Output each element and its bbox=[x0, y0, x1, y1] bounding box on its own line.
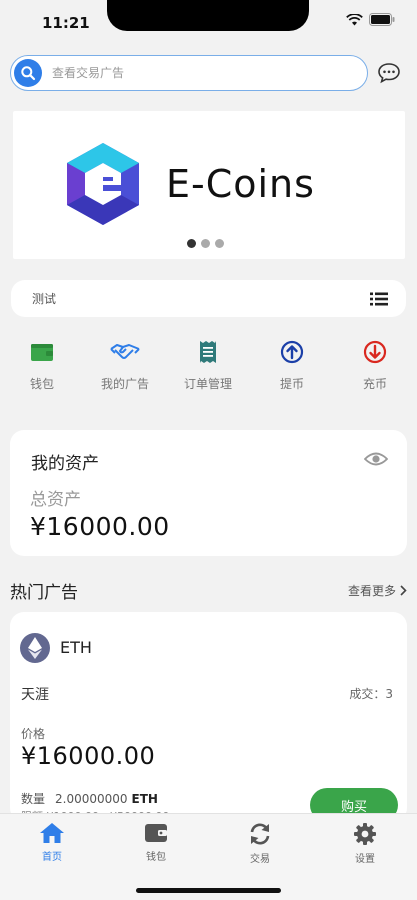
quick-item-orders[interactable]: 订单管理 bbox=[168, 339, 248, 392]
wifi-icon bbox=[346, 13, 363, 25]
status-time: 11:21 bbox=[42, 14, 90, 32]
quick-item-wallet[interactable]: 钱包 bbox=[2, 339, 82, 392]
home-indicator bbox=[136, 888, 281, 893]
carousel-dot[interactable] bbox=[187, 239, 196, 248]
tab-label: 交易 bbox=[250, 854, 270, 865]
price-value: ¥16000.00 bbox=[21, 742, 156, 770]
receipt-icon bbox=[198, 339, 218, 365]
list-icon[interactable] bbox=[370, 292, 388, 306]
ad-card[interactable]: ETH 天涯 成交：3 价格 ¥16000.00 数量 2.00000000 ETH… bbox=[10, 612, 407, 822]
chevron-right-icon bbox=[400, 584, 407, 596]
ecoins-logo-icon bbox=[67, 143, 139, 225]
eth-icon bbox=[20, 633, 50, 663]
quantity-unit: ETH bbox=[131, 792, 158, 806]
hot-ads-header: 热门广告 查看更多 bbox=[10, 578, 407, 603]
tab-home[interactable]: 首页 bbox=[17, 822, 87, 863]
home-icon bbox=[40, 823, 64, 843]
system-icons bbox=[346, 13, 395, 26]
battery-icon bbox=[369, 13, 395, 26]
deposit-icon bbox=[363, 339, 387, 365]
assets-title: 我的资产 bbox=[31, 454, 99, 474]
quantity-value: 2.00000000 bbox=[55, 792, 128, 806]
quick-item-label: 我的广告 bbox=[100, 377, 149, 391]
banner-carousel[interactable]: E-Coins bbox=[13, 111, 405, 259]
quick-item-label: 钱包 bbox=[29, 377, 54, 391]
handshake-icon bbox=[109, 339, 141, 365]
carousel-dots bbox=[187, 239, 224, 248]
seller-name[interactable]: 天涯 bbox=[21, 684, 49, 704]
quick-item-withdraw[interactable]: 提币 bbox=[252, 339, 332, 392]
notch bbox=[107, 0, 309, 31]
quick-item-label: 订单管理 bbox=[183, 377, 232, 391]
deals-count: 成交：3 bbox=[349, 687, 393, 701]
tab-label: 首页 bbox=[42, 852, 62, 863]
exchange-icon bbox=[250, 823, 270, 845]
gear-icon bbox=[354, 823, 376, 845]
notice-bar[interactable]: 测试 bbox=[11, 280, 406, 317]
price-label: 价格 bbox=[21, 727, 46, 741]
wallet-icon bbox=[145, 824, 167, 842]
quick-item-label: 提币 bbox=[279, 377, 304, 391]
quick-item-deposit[interactable]: 充币 bbox=[335, 339, 415, 392]
total-assets-value: ¥16000.00 bbox=[30, 512, 170, 541]
view-more-label: 查看更多 bbox=[347, 583, 396, 598]
assets-card[interactable]: 我的资产 总资产 ¥16000.00 bbox=[10, 430, 407, 556]
tab-bar: 首页 钱包 交易 设置 bbox=[0, 813, 417, 900]
quick-item-my-ads[interactable]: 我的广告 bbox=[85, 339, 165, 392]
tab-settings[interactable]: 设置 bbox=[330, 822, 400, 865]
hot-ads-title: 热门广告 bbox=[10, 582, 78, 603]
search-icon[interactable] bbox=[14, 59, 42, 87]
banner-logo-text: E-Coins bbox=[166, 162, 315, 206]
notice-text: 测试 bbox=[32, 292, 57, 306]
search-input[interactable] bbox=[52, 66, 352, 80]
quick-item-label: 充币 bbox=[362, 377, 387, 391]
view-more-link[interactable]: 查看更多 bbox=[348, 582, 407, 599]
tab-trade[interactable]: 交易 bbox=[225, 822, 295, 865]
tab-label: 钱包 bbox=[146, 852, 166, 863]
coin-name: ETH bbox=[60, 638, 92, 657]
eye-icon[interactable] bbox=[363, 451, 389, 471]
status-bar: 11:21 bbox=[0, 0, 417, 46]
tab-wallet[interactable]: 钱包 bbox=[121, 822, 191, 863]
wallet-icon bbox=[30, 339, 54, 365]
carousel-dot[interactable] bbox=[201, 239, 210, 248]
quick-menu: 钱包 我的广告 订单管理 提币 充币 bbox=[0, 339, 417, 399]
carousel-dot[interactable] bbox=[215, 239, 224, 248]
search-row bbox=[10, 55, 407, 91]
message-icon[interactable] bbox=[376, 60, 402, 86]
total-assets-label: 总资产 bbox=[30, 490, 81, 510]
search-box[interactable] bbox=[10, 55, 368, 91]
tab-label: 设置 bbox=[355, 854, 375, 865]
quantity-label: 数量 bbox=[21, 792, 46, 806]
withdraw-icon bbox=[280, 339, 304, 365]
quantity-row: 数量 2.00000000 ETH bbox=[21, 790, 158, 807]
